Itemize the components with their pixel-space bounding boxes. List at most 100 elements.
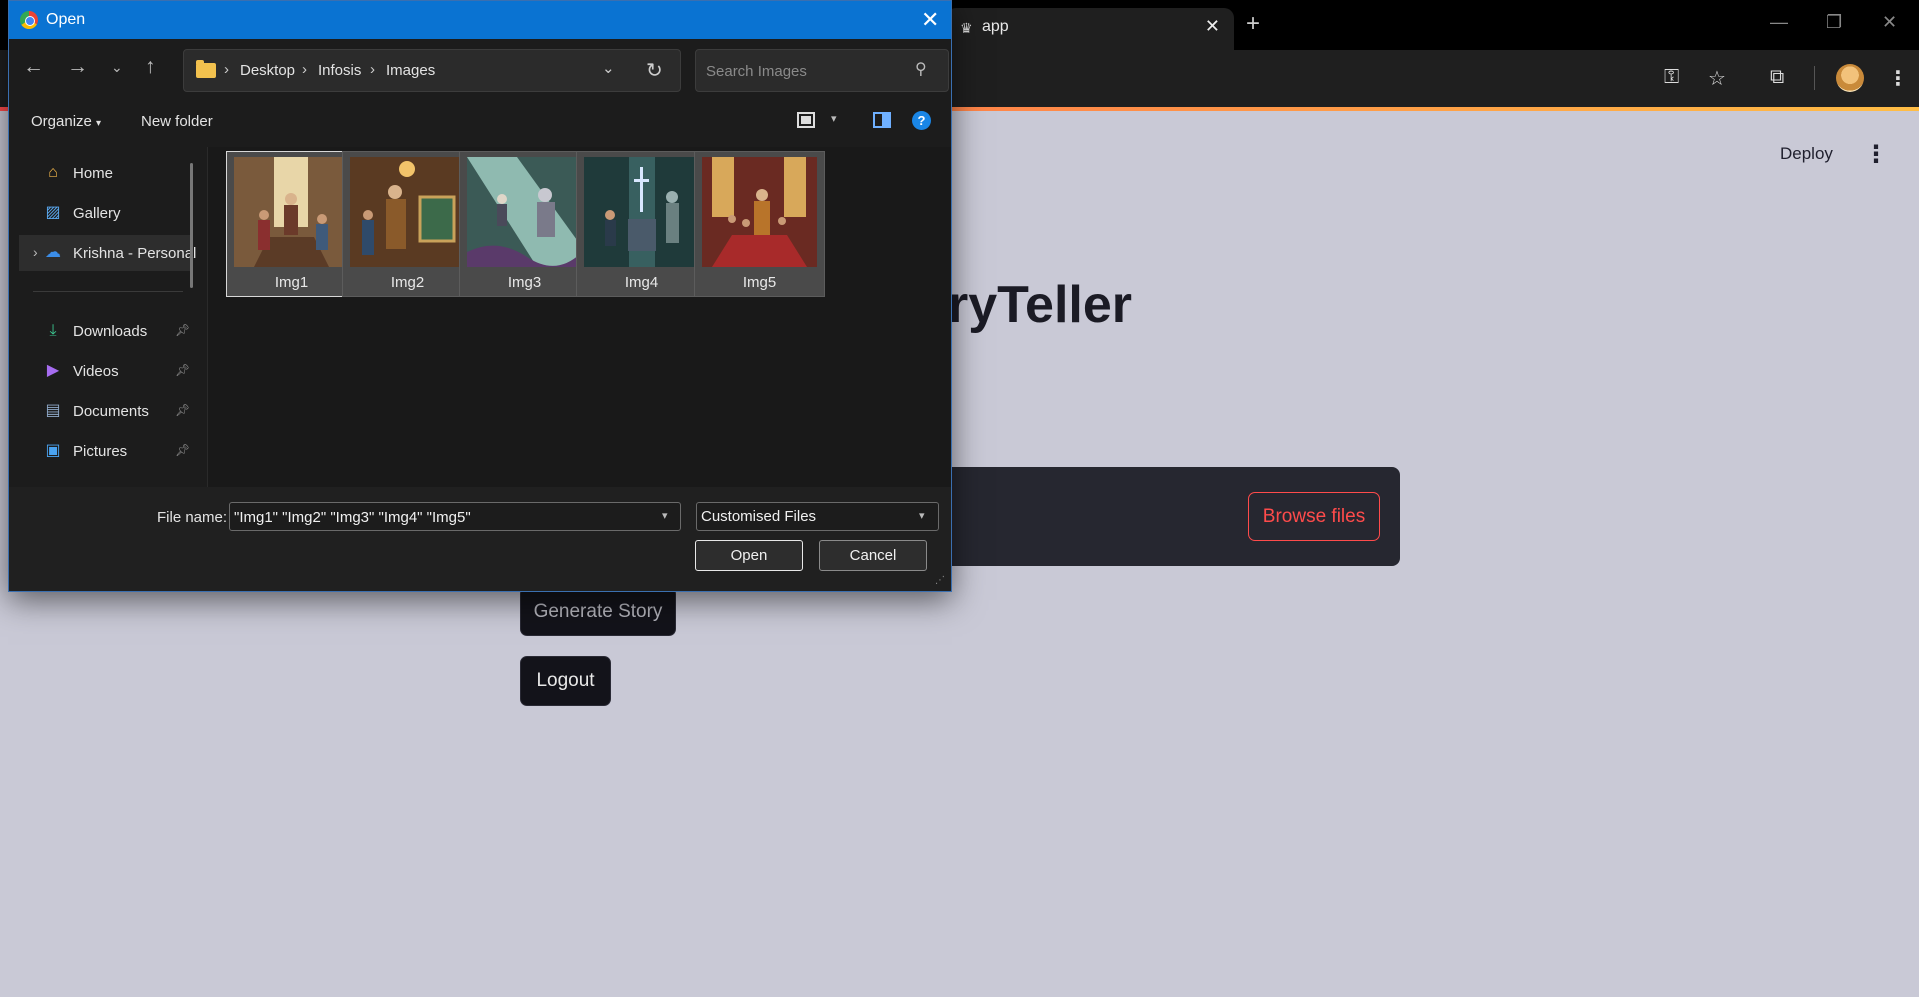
sidebar-item-krishna-personal[interactable]: › ☁ Krishna - Personal — [19, 235, 196, 271]
page-title: ryTeller — [948, 276, 1133, 334]
address-dropdown-icon[interactable]: ⌄ — [602, 59, 615, 77]
dialog-title: Open — [46, 11, 86, 28]
sidebar-item-documents[interactable]: ▤ Documents 📌︎ — [19, 393, 191, 429]
more-vert-icon[interactable]: ⋮ — [1888, 66, 1908, 91]
change-view-icon[interactable] — [797, 112, 815, 128]
tab-close-icon[interactable]: ✕ — [1205, 16, 1220, 37]
sidebar-item-label: Krishna - Personal — [73, 245, 197, 262]
file-item-img4[interactable]: Img4 — [576, 151, 707, 297]
extensions-icon[interactable]: ⧉ — [1770, 66, 1784, 89]
folder-icon — [196, 60, 216, 78]
image-thumbnail — [350, 157, 465, 267]
dialog-titlebar: Open ✕ — [9, 1, 951, 39]
image-thumbnail — [234, 157, 349, 267]
sidebar-item-label: Downloads — [73, 323, 148, 340]
preview-pane-icon[interactable] — [873, 112, 891, 128]
file-type-select[interactable]: Customised Files ▾ — [696, 502, 939, 531]
organize-label: Organize — [31, 113, 92, 130]
documents-icon: ▤ — [45, 402, 61, 419]
file-name-combobox[interactable]: ▾ — [229, 502, 681, 531]
file-list: Img1 Img2 Img3 Img4 Img5 — [207, 147, 951, 487]
organize-button[interactable]: Organize ▾ — [31, 113, 101, 130]
new-folder-button[interactable]: New folder — [141, 113, 213, 130]
file-item-img3[interactable]: Img3 — [459, 151, 590, 297]
search-box[interactable]: ⚲ — [695, 49, 949, 92]
address-bar[interactable]: › Desktop › Infosis › Images ⌄ ↻ — [183, 49, 681, 92]
open-button[interactable]: Open — [695, 540, 803, 571]
sidebar-item-label: Home — [73, 165, 114, 182]
breadcrumb-chevron-icon: › — [302, 61, 307, 78]
sidebar-item-label: Gallery — [73, 205, 121, 222]
breadcrumb-desktop[interactable]: Desktop — [240, 62, 295, 79]
image-thumbnail — [467, 157, 582, 267]
file-name: Img4 — [624, 274, 659, 291]
dialog-close-icon[interactable]: ✕ — [921, 7, 939, 33]
new-tab-button[interactable]: + — [1246, 10, 1260, 38]
recent-locations-chevron-icon[interactable]: ⌄ — [111, 59, 123, 76]
nav-scrollbar[interactable] — [190, 163, 193, 288]
dialog-command-bar: Organize ▾ New folder ▾ ? — [9, 99, 951, 147]
onedrive-cloud-icon: ☁ — [45, 244, 61, 261]
breadcrumb-infosis[interactable]: Infosis — [318, 62, 361, 79]
bookmark-star-icon[interactable]: ☆ — [1708, 66, 1726, 91]
pin-icon[interactable]: 📌︎ — [175, 323, 190, 337]
toolbar-divider — [1814, 66, 1815, 90]
minimize-icon[interactable]: — — [1770, 12, 1788, 33]
dialog-navigation-bar: ← → ⌄ ↑ › Desktop › Infosis › Images ⌄ ↻… — [9, 39, 951, 99]
pin-icon[interactable]: 📌︎ — [175, 363, 190, 377]
help-icon[interactable]: ? — [912, 111, 931, 130]
sidebar-item-gallery[interactable]: ▨ Gallery — [19, 195, 191, 231]
up-arrow-icon[interactable]: ↑ — [145, 55, 156, 79]
sidebar-item-label: Pictures — [73, 443, 128, 460]
file-type-value: Customised Files — [701, 508, 817, 525]
videos-icon: ▶ — [46, 362, 60, 379]
search-input[interactable] — [706, 60, 906, 82]
file-item-img2[interactable]: Img2 — [342, 151, 473, 297]
gallery-icon: ▨ — [45, 204, 61, 221]
nav-divider — [33, 291, 183, 292]
main-menu-icon[interactable]: ⋮ — [1864, 140, 1888, 169]
pin-icon[interactable]: 📌︎ — [175, 403, 190, 417]
password-key-icon[interactable]: ⚿ — [1664, 66, 1679, 89]
chevron-down-icon: ▾ — [96, 118, 102, 129]
dialog-footer: File name: ▾ Customised Files ▾ Open Can… — [9, 487, 951, 591]
sidebar-item-downloads[interactable]: ⤓ Downloads 📌︎ — [19, 313, 191, 349]
file-open-dialog: Open ✕ ← → ⌄ ↑ › Desktop › Infosis › Ima… — [8, 0, 952, 592]
breadcrumb-chevron-icon: › — [370, 61, 375, 78]
breadcrumb-images[interactable]: Images — [386, 62, 435, 79]
sidebar-item-label: Videos — [73, 363, 119, 380]
search-icon: ⚲ — [915, 61, 927, 78]
chevron-down-icon[interactable]: ▾ — [662, 509, 668, 522]
cancel-button[interactable]: Cancel — [819, 540, 927, 571]
close-icon[interactable]: ✕ — [1882, 12, 1897, 33]
crown-icon: ♛ — [960, 20, 973, 36]
resize-grip-icon[interactable]: ⋰ — [935, 575, 945, 586]
logout-button[interactable]: Logout — [520, 656, 611, 706]
profile-avatar[interactable] — [1836, 64, 1864, 92]
file-name: Img2 — [390, 274, 425, 291]
back-arrow-icon[interactable]: ← — [23, 55, 44, 79]
sidebar-item-label: Documents — [73, 403, 149, 420]
refresh-icon[interactable]: ↻ — [646, 58, 663, 83]
image-thumbnail — [702, 157, 817, 267]
deploy-button[interactable]: Deploy — [1780, 144, 1833, 164]
generate-story-button[interactable]: Generate Story — [520, 587, 676, 636]
chevron-right-icon[interactable]: › — [33, 244, 38, 260]
sidebar-item-home[interactable]: ⌂ Home — [19, 155, 191, 191]
restore-icon[interactable]: ❐ — [1826, 12, 1842, 33]
chrome-icon — [20, 11, 38, 29]
pictures-icon: ▣ — [45, 442, 61, 459]
file-item-img1[interactable]: Img1 — [226, 151, 357, 297]
file-name-input[interactable] — [234, 507, 649, 527]
navigation-pane: ⌂ Home ▨ Gallery › ☁ Krishna - Personal … — [9, 147, 207, 487]
browse-files-button[interactable]: Browse files — [1248, 492, 1380, 541]
sidebar-item-pictures[interactable]: ▣ Pictures 📌︎ — [19, 433, 191, 469]
browser-tab-app[interactable]: ♛ app ✕ — [946, 8, 1234, 50]
sidebar-item-videos[interactable]: ▶ Videos 📌︎ — [19, 353, 191, 389]
download-icon: ⤓ — [49, 322, 57, 339]
view-options-chevron-icon[interactable]: ▾ — [831, 112, 837, 125]
file-name-label: File name: — [157, 509, 228, 526]
file-item-img5[interactable]: Img5 — [694, 151, 825, 297]
pin-icon[interactable]: 📌︎ — [175, 443, 190, 457]
forward-arrow-icon[interactable]: → — [67, 55, 88, 79]
